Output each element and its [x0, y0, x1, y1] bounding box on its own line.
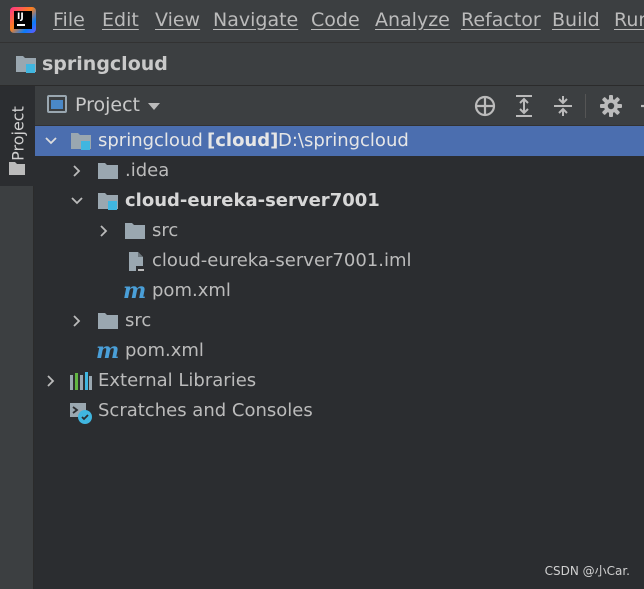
project-view-icon	[47, 95, 67, 113]
menu-edit[interactable]: Edit	[102, 9, 139, 31]
project-tree: springcloud [cloud] D:\springcloud .idea…	[35, 126, 644, 589]
folder-icon	[125, 223, 145, 239]
tree-label-root: springcloud	[98, 130, 203, 151]
tree-label-external-libraries: External Libraries	[98, 370, 257, 391]
folder-icon	[98, 163, 118, 179]
expand-all-icon[interactable]	[512, 94, 536, 118]
tree-row-module-src[interactable]: src	[35, 216, 644, 246]
iml-file-icon	[129, 252, 146, 272]
menu-bar: IJ File Edit View Navigate Code Analyze …	[0, 0, 644, 42]
menu-build[interactable]: Build	[552, 9, 600, 31]
tree-label-module-pom: pom.xml	[152, 280, 231, 301]
intellij-logo-icon[interactable]: IJ	[10, 7, 36, 33]
menu-refactor[interactable]: Refactor	[461, 9, 541, 31]
chevron-down-icon[interactable]	[70, 194, 84, 208]
tree-label-root-path: D:\springcloud	[278, 130, 409, 151]
tool-window-strip: Project	[0, 86, 34, 589]
tree-row-external-libraries[interactable]: External Libraries	[35, 366, 644, 396]
chevron-right-icon[interactable]	[97, 224, 111, 238]
tree-row-scratches[interactable]: Scratches and Consoles	[35, 396, 644, 426]
tree-label-pom: pom.xml	[125, 340, 204, 361]
chevron-right-icon[interactable]	[44, 374, 58, 388]
tree-row-idea[interactable]: .idea	[35, 156, 644, 186]
project-panel-header: Project	[35, 86, 644, 126]
tree-row-module[interactable]: cloud-eureka-server7001	[35, 186, 644, 216]
project-tool-tab[interactable]: Project	[0, 86, 34, 186]
collapse-all-icon[interactable]	[551, 94, 575, 118]
maven-icon: m	[123, 278, 147, 304]
menu-analyze[interactable]: Analyze	[375, 9, 450, 31]
minimize-icon[interactable]	[635, 94, 644, 118]
menu-file[interactable]: File	[53, 9, 85, 31]
menu-run[interactable]: Run	[614, 9, 644, 31]
tree-label-src: src	[125, 310, 152, 331]
folder-icon	[98, 313, 118, 329]
project-tab-label: Project	[8, 106, 28, 161]
navigation-bar: springcloud	[0, 42, 644, 86]
scratches-icon	[70, 403, 92, 424]
tree-label-module: cloud-eureka-server7001	[125, 190, 380, 211]
menu-view[interactable]: View	[155, 9, 200, 31]
module-folder-icon	[71, 133, 91, 150]
tree-row-pom[interactable]: m pom.xml	[35, 336, 644, 366]
tree-row-module-pom[interactable]: m pom.xml	[35, 276, 644, 306]
module-folder-icon	[16, 56, 36, 73]
library-icon	[70, 372, 92, 390]
tree-label-scratches: Scratches and Consoles	[98, 400, 313, 421]
locate-file-icon[interactable]	[473, 94, 497, 118]
tree-label-module-iml: cloud-eureka-server7001.iml	[152, 250, 412, 271]
tree-label-module-tag: [cloud]	[207, 130, 279, 151]
chevron-right-icon[interactable]	[70, 164, 84, 178]
tree-label-module-src: src	[152, 220, 179, 241]
module-folder-icon	[98, 193, 118, 210]
tree-row-src[interactable]: src	[35, 306, 644, 336]
watermark: CSDN @小Car.	[544, 564, 630, 578]
maven-icon: m	[96, 338, 120, 364]
chevron-down-icon[interactable]	[44, 134, 58, 148]
chevron-right-icon[interactable]	[70, 314, 84, 328]
tree-row-module-iml[interactable]: cloud-eureka-server7001.iml	[35, 246, 644, 276]
panel-title[interactable]: Project	[75, 94, 140, 116]
breadcrumb-project[interactable]: springcloud	[42, 53, 168, 75]
toolbar-separator	[585, 94, 586, 118]
folder-icon	[9, 162, 25, 175]
menu-code[interactable]: Code	[311, 9, 360, 31]
gear-icon[interactable]	[599, 94, 623, 118]
chevron-down-icon[interactable]	[148, 103, 160, 110]
menu-navigate[interactable]: Navigate	[213, 9, 298, 31]
tree-label-idea: .idea	[125, 160, 170, 181]
tree-row-project-root[interactable]: springcloud [cloud] D:\springcloud	[35, 126, 644, 156]
